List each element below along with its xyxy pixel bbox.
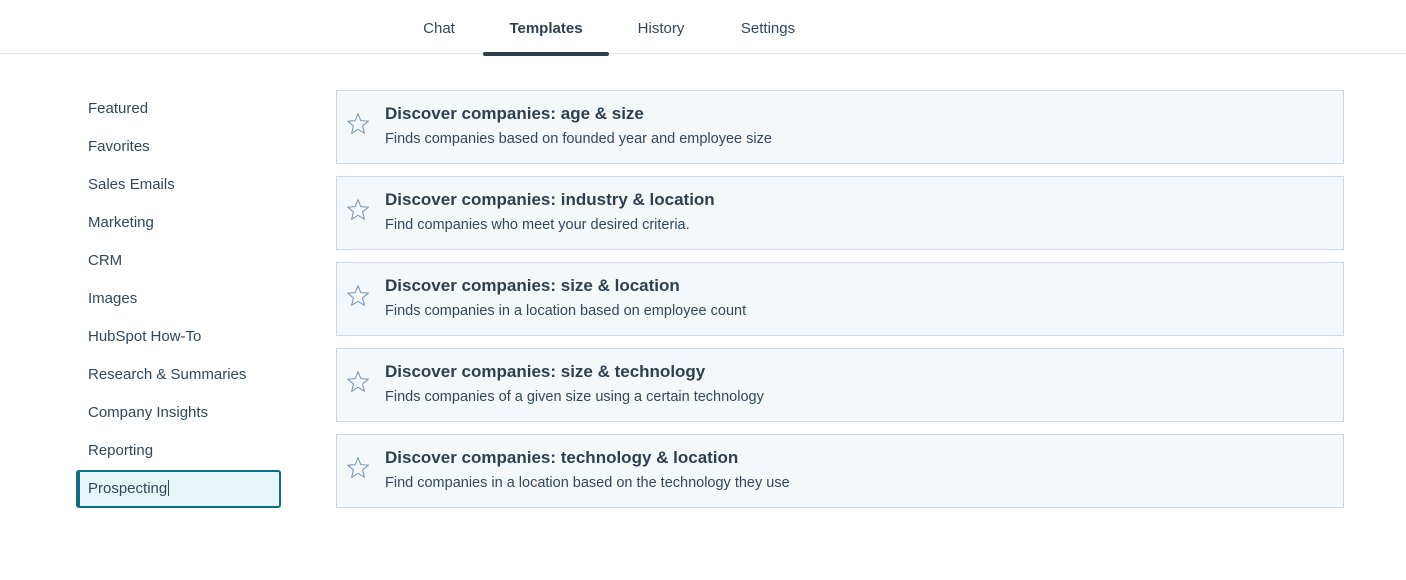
template-card[interactable]: Discover companies: size & location Find… xyxy=(336,262,1344,336)
tab-history[interactable]: History xyxy=(624,0,698,53)
tab-chat[interactable]: Chat xyxy=(410,0,468,53)
sidebar-item-prospecting[interactable]: Prospecting xyxy=(76,470,281,508)
star-outline-icon[interactable] xyxy=(345,111,371,137)
sidebar-item-marketing[interactable]: Marketing xyxy=(76,204,281,242)
template-title: Discover companies: size & technology xyxy=(385,362,706,381)
template-description: Finds companies based on founded year an… xyxy=(385,131,772,147)
top-tab-bar: Chat Templates History Settings xyxy=(0,0,1406,56)
template-list: Discover companies: age & size Finds com… xyxy=(336,90,1344,520)
template-card[interactable]: Discover companies: technology & locatio… xyxy=(336,434,1344,508)
sidebar-item-hubspot-how-to[interactable]: HubSpot How-To xyxy=(76,318,281,356)
sidebar-item-label: Prospecting xyxy=(88,480,168,497)
star-outline-icon[interactable] xyxy=(345,455,371,481)
tab-templates[interactable]: Templates xyxy=(483,0,609,56)
template-card[interactable]: Discover companies: industry & location … xyxy=(336,176,1344,250)
star-outline-icon[interactable] xyxy=(345,283,371,309)
template-description: Finds companies of a given size using a … xyxy=(385,389,764,405)
template-description: Find companies who meet your desired cri… xyxy=(385,217,690,233)
template-title: Discover companies: technology & locatio… xyxy=(385,448,739,467)
sidebar-item-research-summaries[interactable]: Research & Summaries xyxy=(76,356,281,394)
template-title: Discover companies: age & size xyxy=(385,104,644,123)
template-description: Find companies in a location based on th… xyxy=(385,475,790,491)
template-title: Discover companies: size & location xyxy=(385,276,680,295)
star-outline-icon[interactable] xyxy=(345,197,371,223)
template-description: Finds companies in a location based on e… xyxy=(385,303,747,319)
template-card[interactable]: Discover companies: age & size Finds com… xyxy=(336,90,1344,164)
sidebar-item-company-insights[interactable]: Company Insights xyxy=(76,394,281,432)
sidebar-item-crm[interactable]: CRM xyxy=(76,242,281,280)
template-category-sidebar: Featured Favorites Sales Emails Marketin… xyxy=(76,90,281,508)
tab-settings[interactable]: Settings xyxy=(728,0,808,53)
text-cursor xyxy=(168,480,170,496)
template-title: Discover companies: industry & location xyxy=(385,190,715,209)
sidebar-item-featured[interactable]: Featured xyxy=(76,90,281,128)
sidebar-item-reporting[interactable]: Reporting xyxy=(76,432,281,470)
sidebar-item-sales-emails[interactable]: Sales Emails xyxy=(76,166,281,204)
star-outline-icon[interactable] xyxy=(345,369,371,395)
sidebar-item-favorites[interactable]: Favorites xyxy=(76,128,281,166)
sidebar-item-images[interactable]: Images xyxy=(76,280,281,318)
template-card[interactable]: Discover companies: size & technology Fi… xyxy=(336,348,1344,422)
